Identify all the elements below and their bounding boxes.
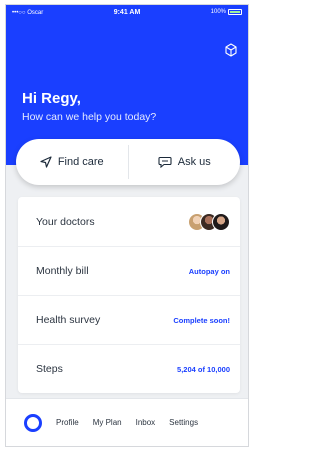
battery-percent: 100% xyxy=(210,9,226,15)
status-bar: •••○○ Oscar 9:41 AM 100% xyxy=(6,5,248,21)
avatar xyxy=(212,212,230,231)
chat-bubble-icon xyxy=(158,156,172,168)
doctor-avatars xyxy=(188,212,230,231)
app-screen: •••○○ Oscar 9:41 AM 100% Hi Regy, How ca… xyxy=(5,4,249,447)
battery-icon xyxy=(228,9,242,15)
find-care-label: Find care xyxy=(57,156,104,168)
tab-profile[interactable]: Profile xyxy=(56,418,79,427)
quick-actions: Find care Ask us xyxy=(16,139,240,185)
steps-label: Steps xyxy=(36,363,63,375)
home-ring-icon[interactable] xyxy=(24,413,42,432)
ask-us-label: Ask us xyxy=(177,156,211,168)
tab-settings[interactable]: Settings xyxy=(169,418,198,427)
tab-my-plan[interactable]: My Plan xyxy=(93,418,122,427)
doctors-label: Your doctors xyxy=(36,215,95,228)
battery-indicator: 100% xyxy=(211,9,242,15)
health-survey-label: Health survey xyxy=(36,314,101,326)
monthly-bill-row[interactable]: Monthly bill Autopay on xyxy=(18,246,240,295)
navigation-arrow-icon xyxy=(40,156,52,168)
greeting-title: Hi Regy, xyxy=(22,90,81,107)
ask-us-button[interactable]: Ask us xyxy=(129,139,241,185)
doctors-row[interactable]: Your doctors xyxy=(18,197,240,246)
find-care-button[interactable]: Find care xyxy=(16,139,128,185)
bottom-tab-bar: Profile My Plan Inbox Settings xyxy=(6,398,248,446)
steps-count: 5,204 of 10,000 xyxy=(177,364,230,374)
steps-row[interactable]: Steps 5,204 of 10,000 xyxy=(18,344,240,393)
health-survey-row[interactable]: Health survey Complete soon! xyxy=(18,295,240,344)
tab-inbox[interactable]: Inbox xyxy=(136,418,156,427)
greeting-subtitle: How can we help you today? xyxy=(22,111,157,123)
summary-card: Your doctors Monthly bill Autopay on Hea… xyxy=(18,197,240,393)
autopay-status: Autopay on xyxy=(188,266,230,276)
account-icon[interactable] xyxy=(224,43,238,57)
monthly-bill-label: Monthly bill xyxy=(36,265,89,277)
survey-status: Complete soon! xyxy=(173,315,230,325)
